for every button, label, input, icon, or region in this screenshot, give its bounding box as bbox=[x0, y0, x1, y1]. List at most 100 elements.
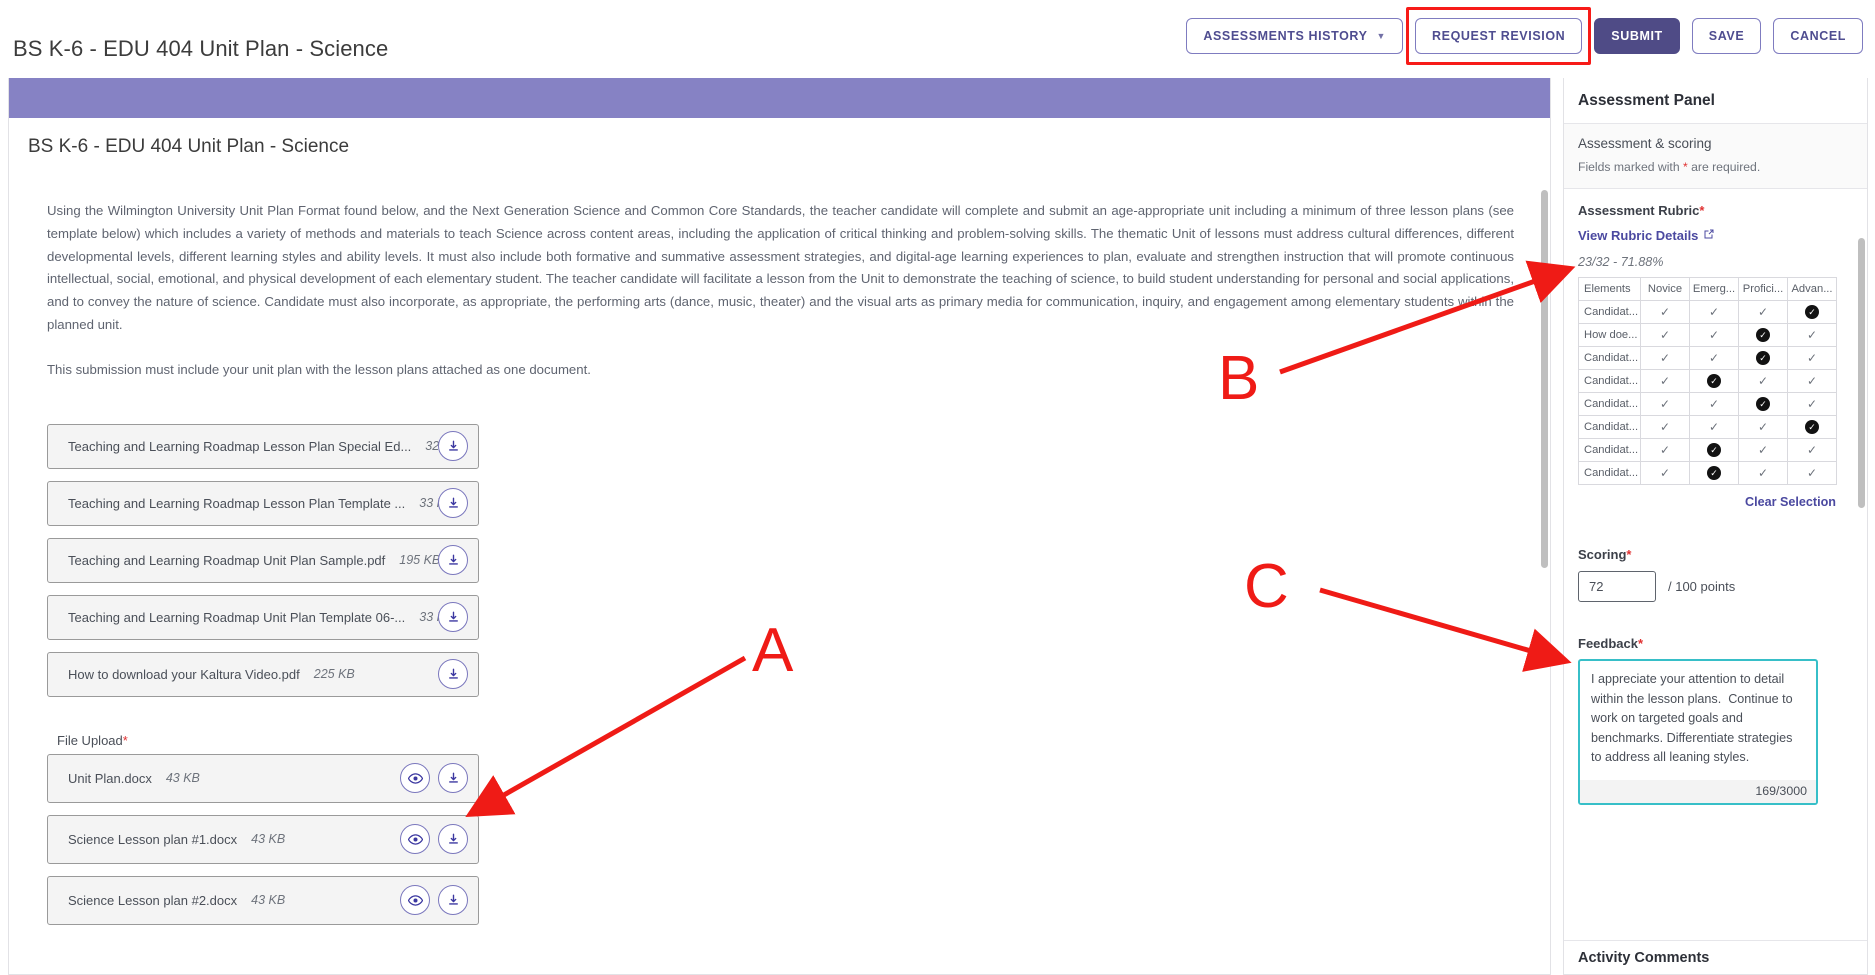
score-unit-label: / 100 points bbox=[1668, 579, 1736, 594]
rubric-cell-selected[interactable]: ✓ bbox=[1689, 369, 1739, 393]
feedback-box[interactable]: I appreciate your attention to detail wi… bbox=[1578, 659, 1818, 805]
rubric-row: Candidat... ✓ ✓ ✓ ✓ bbox=[1578, 392, 1837, 416]
assessment-panel-scrollbar[interactable] bbox=[1858, 238, 1865, 508]
instructions-paragraph-1: Using the Wilmington University Unit Pla… bbox=[47, 203, 1514, 333]
resource-file-row[interactable]: Teaching and Learning Roadmap Lesson Pla… bbox=[47, 423, 479, 469]
rubric-cell[interactable]: ✓ bbox=[1640, 392, 1690, 416]
request-revision-label: REQUEST REVISION bbox=[1432, 29, 1566, 43]
view-rubric-details-link[interactable]: View Rubric Details bbox=[1578, 228, 1715, 243]
uploaded-file-row[interactable]: Science Lesson plan #2.docx 43 KB bbox=[47, 875, 479, 925]
file-upload-label-text: File Upload bbox=[57, 732, 123, 748]
feedback-required-asterisk: * bbox=[1637, 636, 1644, 651]
cancel-button[interactable]: CANCEL bbox=[1773, 18, 1863, 54]
rubric-cell[interactable]: ✓ bbox=[1640, 323, 1690, 347]
file-size: 225 KB bbox=[313, 667, 355, 682]
rubric-cell[interactable]: ✓ bbox=[1738, 415, 1788, 439]
check-icon: ✓ bbox=[1708, 397, 1720, 411]
rubric-cell[interactable]: ✓ bbox=[1640, 438, 1690, 462]
rubric-element-name: Candidat... bbox=[1578, 369, 1641, 393]
score-input[interactable] bbox=[1578, 571, 1656, 602]
request-revision-button[interactable]: REQUEST REVISION bbox=[1415, 18, 1583, 54]
chevron-down-icon: ▼ bbox=[1376, 31, 1387, 41]
download-file-button[interactable] bbox=[438, 824, 468, 855]
scoring-required-asterisk: * bbox=[1626, 547, 1632, 562]
rubric-cell-selected[interactable]: ✓ bbox=[1738, 346, 1788, 370]
rubric-cell[interactable]: ✓ bbox=[1689, 300, 1739, 324]
rubric-table[interactable]: Elements Novice Emerg... Profici... Advan...… bbox=[1578, 277, 1837, 485]
rubric-cell[interactable]: ✓ bbox=[1787, 438, 1837, 462]
download-file-button[interactable] bbox=[438, 763, 468, 794]
rubric-cell[interactable]: ✓ bbox=[1738, 438, 1788, 462]
check-circle-icon: ✓ bbox=[1805, 420, 1819, 434]
download-file-button[interactable] bbox=[438, 659, 468, 690]
feedback-section: Feedback* I appreciate your attention to… bbox=[1578, 636, 1853, 805]
submission-pane-scrollbar[interactable] bbox=[1541, 190, 1548, 568]
rubric-cell[interactable]: ✓ bbox=[1689, 392, 1739, 416]
rubric-cell[interactable]: ✓ bbox=[1640, 300, 1690, 324]
rubric-cell[interactable]: ✓ bbox=[1738, 369, 1788, 393]
download-icon bbox=[447, 833, 460, 846]
rubric-column-header: Novice bbox=[1640, 277, 1690, 301]
rubric-cell[interactable]: ✓ bbox=[1640, 346, 1690, 370]
rubric-cell-selected[interactable]: ✓ bbox=[1738, 323, 1788, 347]
clear-selection-link[interactable]: Clear Selection bbox=[1578, 495, 1836, 509]
file-row-actions bbox=[400, 763, 468, 794]
rubric-cell[interactable]: ✓ bbox=[1689, 323, 1739, 347]
download-file-button[interactable] bbox=[438, 488, 468, 519]
preview-file-button[interactable] bbox=[400, 824, 430, 855]
download-icon bbox=[447, 440, 460, 453]
document-body: Using the Wilmington University Unit Pla… bbox=[9, 200, 1550, 925]
file-size: 43 KB bbox=[251, 832, 286, 847]
check-icon: ✓ bbox=[1757, 305, 1769, 319]
rubric-cell[interactable]: ✓ bbox=[1787, 369, 1837, 393]
rubric-cell-selected[interactable]: ✓ bbox=[1787, 415, 1837, 439]
resource-file-row[interactable]: Teaching and Learning Roadmap Lesson Pla… bbox=[47, 480, 479, 526]
file-row-actions bbox=[400, 824, 468, 855]
accent-band bbox=[9, 78, 1550, 118]
uploaded-file-row[interactable]: Unit Plan.docx 43 KB bbox=[47, 753, 479, 803]
download-file-button[interactable] bbox=[438, 545, 468, 576]
file-name: Teaching and Learning Roadmap Lesson Pla… bbox=[68, 438, 412, 454]
rubric-cell[interactable]: ✓ bbox=[1787, 346, 1837, 370]
rubric-cell[interactable]: ✓ bbox=[1640, 415, 1690, 439]
activity-comments-header[interactable]: Activity Comments bbox=[1564, 940, 1867, 974]
feedback-textarea[interactable]: I appreciate your attention to detail wi… bbox=[1580, 661, 1816, 780]
check-icon: ✓ bbox=[1708, 351, 1720, 365]
rubric-cell-selected[interactable]: ✓ bbox=[1689, 438, 1739, 462]
rubric-cell[interactable]: ✓ bbox=[1787, 392, 1837, 416]
download-file-button[interactable] bbox=[438, 431, 468, 462]
check-icon: ✓ bbox=[1757, 443, 1769, 457]
feedback-label-text: Feedback bbox=[1578, 636, 1638, 651]
resource-file-row[interactable]: Teaching and Learning Roadmap Unit Plan … bbox=[47, 594, 479, 640]
rubric-cell-selected[interactable]: ✓ bbox=[1738, 392, 1788, 416]
assessment-rubric-label-text: Assessment Rubric bbox=[1578, 203, 1700, 218]
rubric-cell-selected[interactable]: ✓ bbox=[1689, 461, 1739, 485]
scoring-section: Scoring* / 100 points bbox=[1578, 547, 1853, 602]
rubric-element-name: How doe... bbox=[1578, 323, 1641, 347]
check-circle-icon: ✓ bbox=[1805, 305, 1819, 319]
uploaded-file-row[interactable]: Science Lesson plan #1.docx 43 KB bbox=[47, 814, 479, 864]
download-file-button[interactable] bbox=[438, 885, 468, 916]
assessments-history-button[interactable]: ASSESSMENTS HISTORY ▼ bbox=[1186, 18, 1404, 54]
preview-file-button[interactable] bbox=[400, 885, 430, 916]
submit-button[interactable]: SUBMIT bbox=[1594, 18, 1680, 54]
rubric-cell[interactable]: ✓ bbox=[1738, 461, 1788, 485]
save-button[interactable]: SAVE bbox=[1691, 18, 1762, 54]
rubric-row: Candidat... ✓ ✓ ✓ ✓ bbox=[1578, 300, 1837, 324]
file-name: Teaching and Learning Roadmap Lesson Pla… bbox=[68, 495, 406, 511]
resource-file-row[interactable]: Teaching and Learning Roadmap Unit Plan … bbox=[47, 537, 479, 583]
scoring-row: / 100 points bbox=[1578, 571, 1853, 602]
resource-file-row[interactable]: How to download your Kaltura Video.pdf 22… bbox=[47, 651, 479, 697]
rubric-cell[interactable]: ✓ bbox=[1689, 415, 1739, 439]
rubric-cell[interactable]: ✓ bbox=[1738, 300, 1788, 324]
rubric-cell[interactable]: ✓ bbox=[1640, 369, 1690, 393]
rubric-cell[interactable]: ✓ bbox=[1787, 461, 1837, 485]
preview-file-button[interactable] bbox=[400, 763, 430, 794]
rubric-cell-selected[interactable]: ✓ bbox=[1787, 300, 1837, 324]
rubric-cell[interactable]: ✓ bbox=[1640, 461, 1690, 485]
rubric-cell[interactable]: ✓ bbox=[1787, 323, 1837, 347]
download-file-button[interactable] bbox=[438, 602, 468, 633]
rubric-cell[interactable]: ✓ bbox=[1689, 346, 1739, 370]
assessment-panel-body: Assessment Rubric* View Rubric Details 2… bbox=[1564, 189, 1867, 805]
rubric-header-row: Elements Novice Emerg... Profici... Advan... bbox=[1578, 277, 1837, 301]
